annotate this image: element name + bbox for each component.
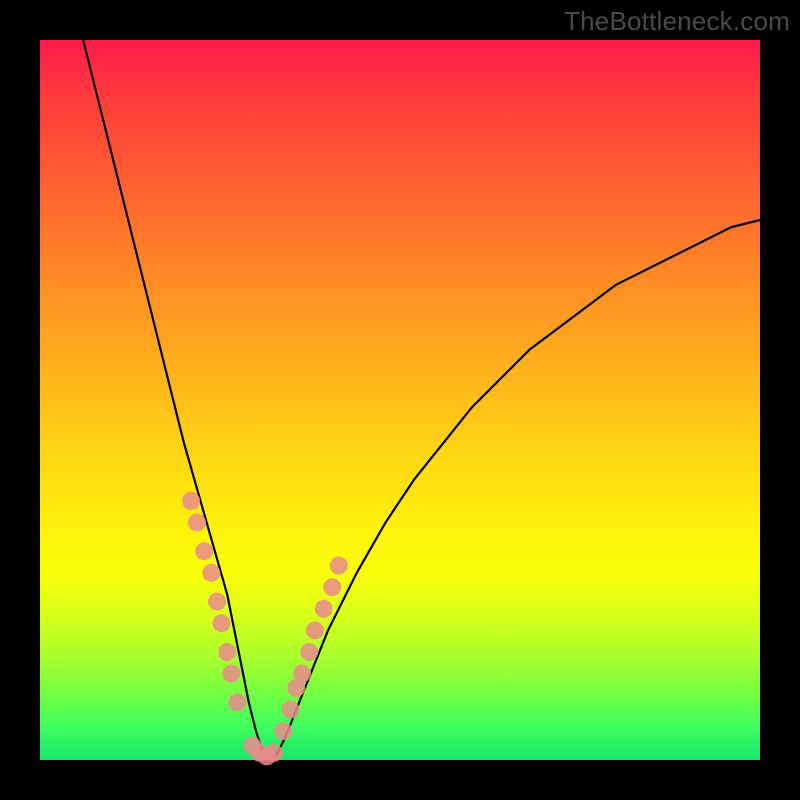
marker-point bbox=[293, 665, 311, 683]
marker-point bbox=[282, 701, 300, 719]
chart-frame: TheBottleneck.com bbox=[0, 0, 800, 800]
marker-point bbox=[228, 693, 246, 711]
marker-point bbox=[212, 614, 230, 632]
marker-point bbox=[323, 578, 341, 596]
chart-svg bbox=[40, 40, 760, 760]
marker-point bbox=[330, 557, 348, 575]
marker-point bbox=[306, 621, 324, 639]
marker-point bbox=[195, 542, 213, 560]
plot-area bbox=[40, 40, 760, 760]
watermark-text: TheBottleneck.com bbox=[564, 6, 790, 37]
marker-point bbox=[300, 643, 318, 661]
marker-point bbox=[208, 593, 226, 611]
marker-point bbox=[274, 722, 292, 740]
marker-point bbox=[265, 744, 283, 762]
marker-point bbox=[315, 600, 333, 618]
curve-markers bbox=[182, 492, 348, 766]
marker-point bbox=[223, 665, 241, 683]
marker-point bbox=[218, 643, 236, 661]
marker-point bbox=[188, 513, 206, 531]
marker-point bbox=[182, 492, 200, 510]
marker-point bbox=[202, 564, 220, 582]
bottleneck-curve bbox=[83, 40, 760, 760]
